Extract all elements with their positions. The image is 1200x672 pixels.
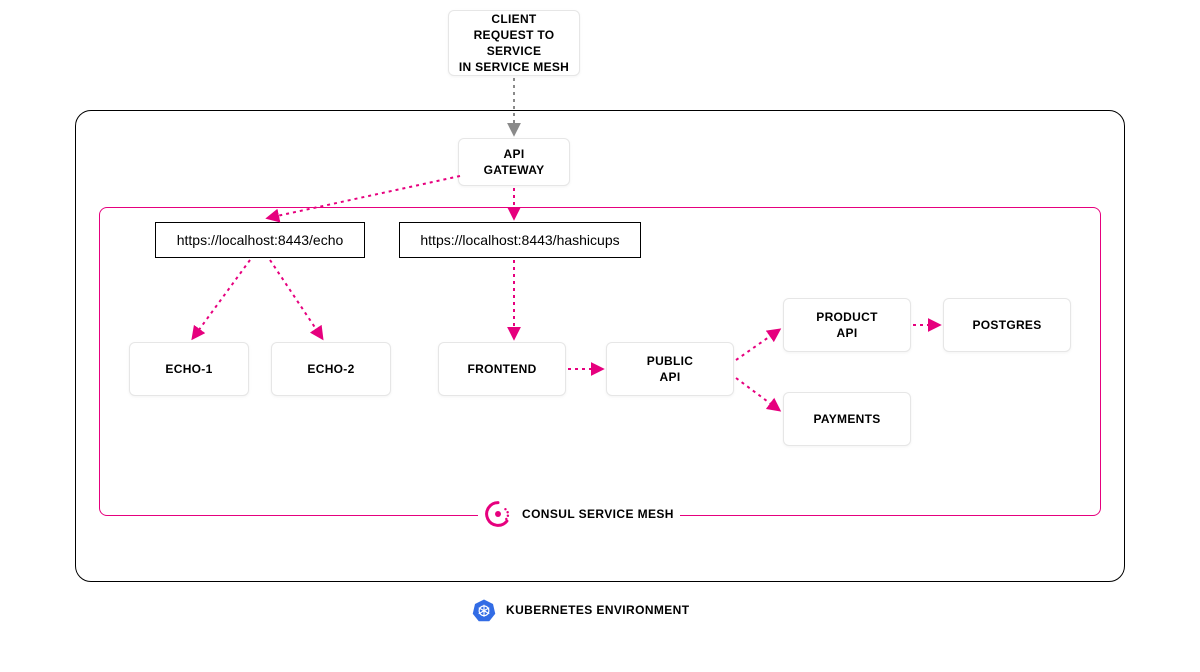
- frontend-node: FRONTEND: [438, 342, 566, 396]
- url-hashicups: https://localhost:8443/hashicups: [399, 222, 641, 258]
- node-label: APIGATEWAY: [484, 146, 545, 178]
- product-api-node: PRODUCTAPI: [783, 298, 911, 352]
- echo-2-node: ECHO-2: [271, 342, 391, 396]
- env-label-text: CONSUL SERVICE MESH: [522, 507, 674, 521]
- public-api-node: PUBLICAPI: [606, 342, 734, 396]
- postgres-node: POSTGRES: [943, 298, 1071, 352]
- consul-env-label: CONSUL SERVICE MESH: [478, 500, 680, 528]
- client-node: CLIENTREQUEST TO SERVICEIN SERVICE MESH: [448, 10, 580, 76]
- node-label: FRONTEND: [467, 361, 536, 377]
- diagram-canvas: CLIENTREQUEST TO SERVICEIN SERVICE MESH …: [0, 0, 1200, 672]
- env-label-text: KUBERNETES ENVIRONMENT: [506, 603, 689, 617]
- payments-node: PAYMENTS: [783, 392, 911, 446]
- api-gateway-node: APIGATEWAY: [458, 138, 570, 186]
- node-label: POSTGRES: [972, 317, 1041, 333]
- kubernetes-icon: [472, 598, 496, 622]
- node-label: ECHO-1: [165, 361, 212, 377]
- node-label: PRODUCTAPI: [816, 309, 877, 341]
- node-label: ECHO-2: [307, 361, 354, 377]
- kubernetes-env-label: KUBERNETES ENVIRONMENT: [466, 598, 695, 622]
- consul-icon: [484, 500, 512, 528]
- url-text: https://localhost:8443/hashicups: [420, 232, 619, 248]
- echo-1-node: ECHO-1: [129, 342, 249, 396]
- url-echo: https://localhost:8443/echo: [155, 222, 365, 258]
- node-label: CLIENTREQUEST TO SERVICEIN SERVICE MESH: [455, 11, 573, 76]
- url-text: https://localhost:8443/echo: [177, 232, 344, 248]
- node-label: PUBLICAPI: [647, 353, 693, 385]
- node-label: PAYMENTS: [813, 411, 880, 427]
